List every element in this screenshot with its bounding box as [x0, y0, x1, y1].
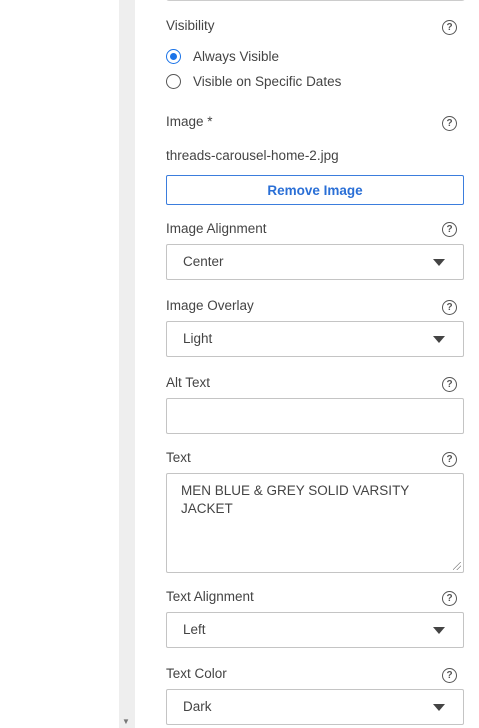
- remove-image-button[interactable]: Remove Image: [166, 175, 464, 205]
- radio-specific-dates-label[interactable]: Visible on Specific Dates: [193, 74, 341, 89]
- text-help-icon[interactable]: ?: [442, 452, 457, 467]
- visibility-label: Visibility: [166, 18, 215, 33]
- text-label: Text: [166, 450, 191, 465]
- image-overlay-label: Image Overlay: [166, 298, 254, 313]
- chevron-down-icon: [433, 336, 445, 343]
- radio-always-visible-label[interactable]: Always Visible: [193, 49, 279, 64]
- radio-specific-dates[interactable]: [166, 74, 181, 89]
- image-overlay-value: Light: [183, 331, 213, 346]
- text-color-help-icon[interactable]: ?: [442, 668, 457, 683]
- image-filename: threads-carousel-home-2.jpg: [166, 148, 339, 163]
- alt-text-label: Alt Text: [166, 375, 211, 390]
- image-overlay-select[interactable]: Light: [166, 321, 464, 357]
- text-color-select[interactable]: Dark: [166, 689, 464, 725]
- text-color-value: Dark: [183, 699, 212, 714]
- alt-text-input[interactable]: [166, 398, 464, 434]
- text-textarea-value: MEN BLUE & GREY SOLID VARSITY JACKET: [181, 483, 410, 516]
- scrollbar-track[interactable]: [119, 0, 135, 728]
- image-alignment-label: Image Alignment: [166, 221, 267, 236]
- text-textarea[interactable]: MEN BLUE & GREY SOLID VARSITY JACKET: [166, 473, 464, 573]
- text-alignment-label: Text Alignment: [166, 589, 254, 604]
- left-pane: [0, 0, 119, 728]
- image-label: Image *: [166, 114, 213, 129]
- image-alignment-select[interactable]: Center: [166, 244, 464, 280]
- text-color-label: Text Color: [166, 666, 227, 681]
- previous-field-box[interactable]: [166, 0, 465, 1]
- chevron-down-icon: [433, 704, 445, 711]
- scroll-down-icon[interactable]: ▼: [122, 718, 130, 726]
- radio-always-visible[interactable]: [166, 49, 181, 64]
- text-alignment-help-icon[interactable]: ?: [442, 591, 457, 606]
- image-alignment-help-icon[interactable]: ?: [442, 222, 457, 237]
- alt-text-help-icon[interactable]: ?: [442, 377, 457, 392]
- chevron-down-icon: [433, 627, 445, 634]
- text-alignment-select[interactable]: Left: [166, 612, 464, 648]
- image-overlay-help-icon[interactable]: ?: [442, 300, 457, 315]
- visibility-help-icon[interactable]: ?: [442, 20, 457, 35]
- chevron-down-icon: [433, 259, 445, 266]
- resize-handle-icon[interactable]: [453, 562, 461, 570]
- image-help-icon[interactable]: ?: [442, 116, 457, 131]
- text-alignment-value: Left: [183, 622, 206, 637]
- image-alignment-value: Center: [183, 254, 224, 269]
